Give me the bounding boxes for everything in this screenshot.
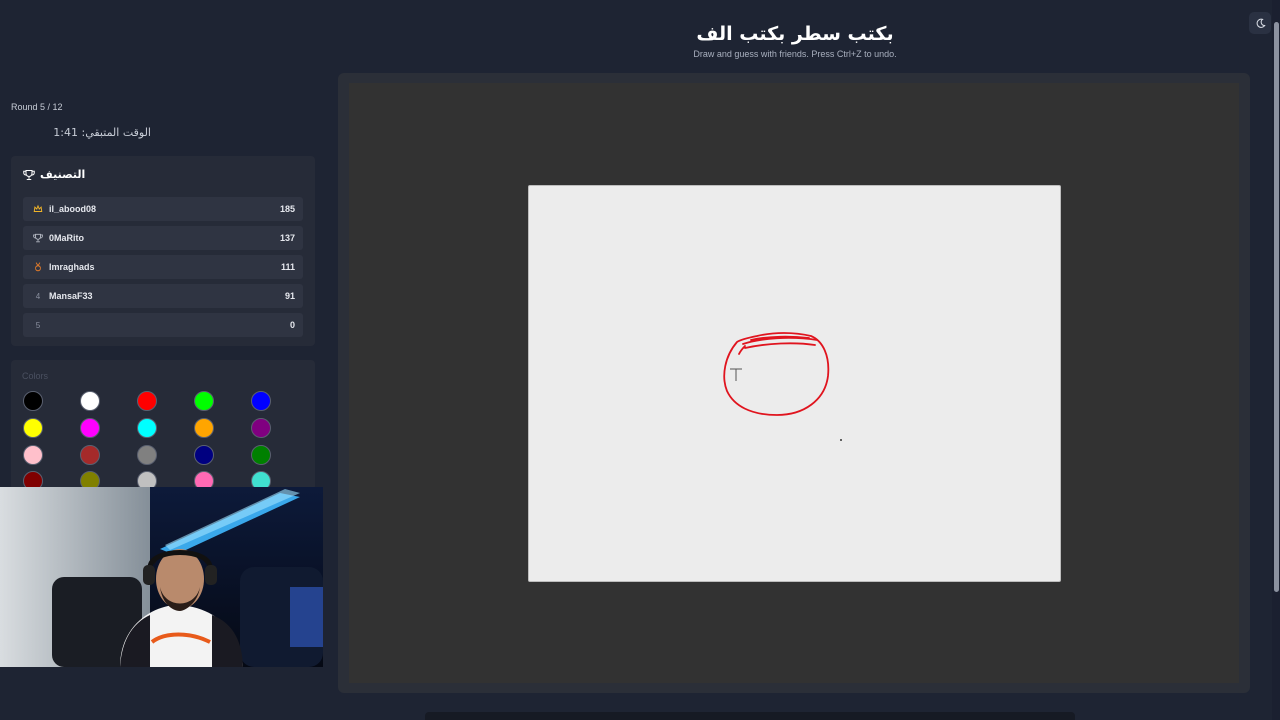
player-rank: 5 — [35, 320, 41, 330]
player-rank: 4 — [35, 291, 41, 301]
color-swatch[interactable] — [80, 391, 100, 411]
player-score: 0 — [289, 320, 295, 330]
leaderboard-title: التصنيف — [40, 168, 86, 181]
leaderboard-row: 0MaRito 137 — [23, 226, 303, 250]
scrollbar-thumb[interactable] — [1274, 22, 1279, 592]
moon-icon — [1256, 18, 1266, 28]
page-title: بكتب سطر بكتب الف — [696, 23, 894, 45]
color-swatch[interactable] — [251, 445, 271, 465]
color-swatch[interactable] — [23, 445, 43, 465]
crosshair-icon — [730, 368, 742, 381]
page-subtitle: Draw and guess with friends. Press Ctrl+… — [693, 49, 897, 59]
leaderboard-row: 4 MansaF33 91 — [23, 284, 303, 308]
trophy-icon — [31, 233, 45, 243]
color-swatch[interactable] — [80, 445, 100, 465]
color-swatch[interactable] — [23, 391, 43, 411]
player-name: 0MaRito — [49, 233, 85, 243]
player-score: 185 — [279, 204, 295, 214]
bottom-toolbar — [425, 712, 1075, 720]
colors-label: Colors — [22, 371, 49, 381]
drawing-canvas[interactable] — [528, 185, 1061, 582]
webcam-feed — [0, 487, 323, 667]
player-name: il_abood08 — [49, 204, 97, 214]
leaderboard: التصنيف il_abood08 185 0MaRito 137 lmrag… — [11, 156, 315, 346]
player-score: 91 — [284, 291, 295, 301]
leaderboard-header: التصنيف — [23, 168, 85, 181]
color-swatch[interactable] — [194, 391, 214, 411]
color-swatch[interactable] — [251, 391, 271, 411]
player-score: 111 — [280, 262, 295, 272]
leaderboard-row: il_abood08 185 — [23, 197, 303, 221]
leaderboard-row: 5 0 — [23, 313, 303, 337]
webcam-overlay — [0, 487, 323, 667]
color-swatch[interactable] — [137, 445, 157, 465]
theme-toggle-button[interactable] — [1249, 12, 1271, 34]
header: بكتب سطر بكتب الف Draw and guess with fr… — [340, 18, 1250, 59]
player-score: 137 — [279, 233, 295, 243]
player-name: lmraghads — [49, 262, 95, 272]
timer-remaining: الوقت المتبقي: 1:41 — [53, 126, 151, 139]
color-swatch[interactable] — [194, 445, 214, 465]
color-palette: Colors — [11, 360, 315, 490]
color-swatch[interactable] — [194, 418, 214, 438]
crown-icon — [31, 204, 45, 214]
drawing-strokes — [723, 332, 842, 441]
leaderboard-row: lmraghads 111 — [23, 255, 303, 279]
medal-icon — [31, 262, 45, 272]
player-name: MansaF33 — [49, 291, 93, 301]
trophy-icon — [23, 169, 35, 180]
color-swatch[interactable] — [80, 418, 100, 438]
color-swatch[interactable] — [137, 418, 157, 438]
color-swatch[interactable] — [251, 418, 271, 438]
round-indicator: Round 5 / 12 — [11, 102, 63, 112]
color-swatch[interactable] — [23, 418, 43, 438]
color-swatch[interactable] — [137, 391, 157, 411]
